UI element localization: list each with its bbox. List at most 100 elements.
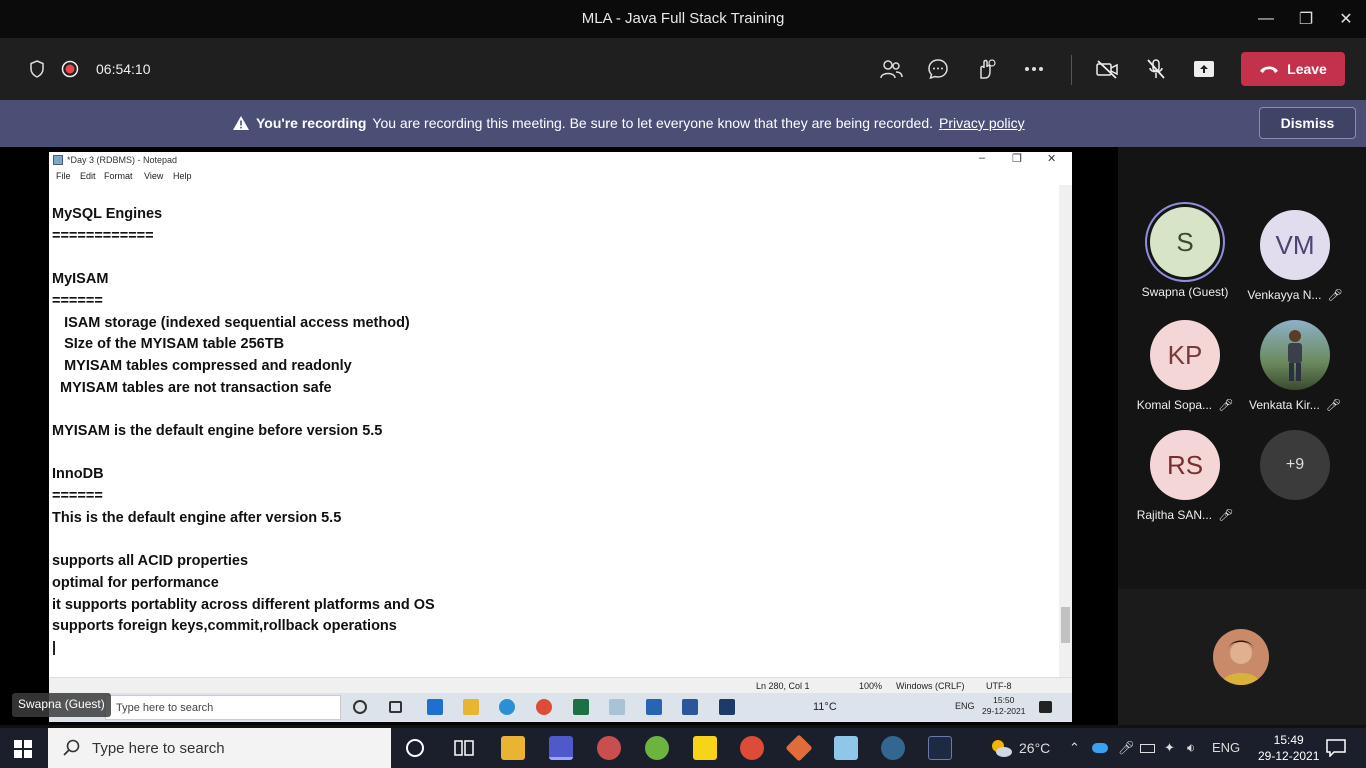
restore-icon[interactable]: ❐ [1291, 6, 1321, 32]
menu-file[interactable]: File [56, 171, 71, 181]
spring-tool-icon[interactable] [645, 736, 669, 760]
notepad-close-icon[interactable]: ✕ [1047, 152, 1056, 165]
notepad-icon [53, 155, 63, 165]
task-view-icon[interactable] [454, 740, 474, 761]
mic-off-icon[interactable] [1140, 53, 1172, 85]
mic-muted-icon: 🎤︎ [1327, 288, 1343, 302]
notepad-scrollbar[interactable] [1059, 185, 1072, 677]
cortana-icon[interactable] [406, 739, 424, 757]
meeting-controls-bar: 06:54:10 Leave [0, 38, 1366, 100]
camera-off-icon[interactable] [1091, 53, 1123, 85]
wifi-icon[interactable]: ✦ [1164, 740, 1175, 756]
participant-name: Rajitha SAN... [1136, 508, 1213, 522]
participant-tile[interactable]: S Swapna (Guest) [1130, 207, 1240, 299]
people-icon[interactable] [875, 53, 907, 85]
more-options-icon[interactable] [1018, 53, 1050, 85]
shared-excel-icon [573, 699, 589, 715]
weather-temp: 26°C [1019, 740, 1051, 756]
minimize-icon[interactable]: — [1251, 6, 1281, 32]
app-icon[interactable] [597, 736, 621, 760]
close-icon[interactable]: ✕ [1331, 6, 1361, 32]
notepad-minimize-icon[interactable]: – [979, 152, 985, 164]
meeting-timer: 06:54:10 [96, 61, 151, 77]
shield-icon[interactable] [21, 53, 53, 85]
privacy-policy-link[interactable]: Privacy policy [939, 115, 1025, 131]
shared-taskview-icon [389, 701, 402, 713]
avatar: KP [1150, 320, 1220, 390]
menu-edit[interactable]: Edit [80, 171, 96, 181]
postgres-icon[interactable] [881, 736, 905, 760]
shared-notepad-icon [609, 699, 625, 715]
onedrive-icon[interactable] [1092, 743, 1108, 753]
participant-tile[interactable]: Venkata Kir... 🎤︎ [1240, 320, 1350, 412]
notepad-menubar: File Edit Format View Help [49, 169, 1072, 185]
avatar-photo [1260, 320, 1330, 390]
menu-help[interactable]: Help [173, 171, 192, 181]
notepad-titlebar: *Day 3 (RDBMS) - Notepad – ❐ ✕ [49, 152, 1072, 169]
notepad-statusbar: Ln 280, Col 1 100% Windows (CRLF) UTF-8 [49, 677, 1072, 693]
recording-title: You're recording [256, 115, 367, 131]
shared-mail-icon [427, 699, 443, 715]
participant-tile[interactable]: KP Komal Sopa... 🎤︎ [1130, 320, 1240, 412]
taskbar-search-placeholder: Type here to search [92, 739, 225, 757]
shared-notification-icon [1039, 701, 1052, 713]
tray-chevron-icon[interactable]: ⌃ [1069, 740, 1080, 756]
sticky-notes-icon[interactable] [693, 736, 717, 760]
shared-folder-icon [463, 699, 479, 715]
notification-icon[interactable] [1326, 739, 1346, 762]
taskbar-clock[interactable]: 15:49 29-12-2021 [1258, 732, 1319, 764]
search-icon [63, 739, 80, 756]
teams-icon[interactable] [549, 736, 573, 760]
windows-taskbar: Type here to search 26°C ⌃ 🎤︎ ✦ 🔉︎ ENG 1… [0, 728, 1366, 768]
participant-tile[interactable]: RS Rajitha SAN... 🎤︎ [1130, 430, 1240, 522]
microphone-icon[interactable]: 🎤︎ [1118, 740, 1135, 756]
shared-edge-icon [499, 699, 515, 715]
more-participants-tile[interactable]: +9 [1240, 430, 1350, 500]
notepad-taskbar-icon[interactable] [834, 736, 858, 760]
participants-panel: S Swapna (Guest) VM Venkayya N... 🎤︎ KP K… [1118, 147, 1366, 725]
shared-temp: 11°C [813, 701, 837, 713]
language-indicator[interactable]: ENG [1212, 740, 1240, 755]
taskbar-search-box[interactable]: Type here to search [48, 728, 391, 768]
warning-icon [233, 116, 249, 130]
shared-app-icon [719, 699, 735, 715]
battery-icon[interactable] [1140, 744, 1155, 753]
windows-start-icon[interactable] [14, 740, 32, 763]
git-icon[interactable] [785, 734, 813, 762]
mic-muted-icon: 🎤︎ [1218, 508, 1234, 522]
notepad-text-area[interactable]: MySQL Engines ============ MyISAM ======… [52, 204, 1052, 660]
shared-time: 15:50 [993, 695, 1015, 705]
mic-muted-icon: 🎤︎ [1218, 398, 1234, 412]
menu-view[interactable]: View [144, 171, 163, 181]
mic-muted-icon: 🎤︎ [1325, 398, 1341, 412]
shared-date: 29-12-2021 [982, 706, 1026, 716]
presenter-name-tag: Swapna (Guest) [12, 693, 111, 717]
scrollbar-thumb[interactable] [1061, 607, 1070, 643]
reactions-icon[interactable] [970, 53, 1002, 85]
chat-icon[interactable] [922, 53, 954, 85]
avatar: RS [1150, 430, 1220, 500]
chrome-icon[interactable] [740, 736, 764, 760]
menu-format[interactable]: Format [104, 171, 133, 181]
status-eol: Windows (CRLF) [896, 681, 965, 691]
recording-text: You are recording this meeting. Be sure … [372, 115, 934, 131]
self-view-avatar [1213, 629, 1269, 685]
avatar: VM [1260, 210, 1330, 280]
shared-chrome-icon [536, 699, 552, 715]
notepad-restore-icon[interactable]: ❐ [1012, 152, 1022, 165]
more-participants-count: +9 [1260, 430, 1330, 500]
phone-hangup-icon [1260, 66, 1279, 73]
recording-icon [54, 53, 86, 85]
shared-word-icon [682, 699, 698, 715]
shared-taskbar: Type here to search 11°C ENG 15:50 29-12… [49, 693, 1072, 722]
file-explorer-icon[interactable] [501, 736, 525, 760]
window-title: MLA - Java Full Stack Training [581, 10, 785, 27]
shared-screen: *Day 3 (RDBMS) - Notepad – ❐ ✕ File Edit… [0, 147, 1118, 725]
notepad-title: *Day 3 (RDBMS) - Notepad [67, 155, 178, 165]
share-screen-icon[interactable] [1188, 53, 1220, 85]
mysql-workbench-icon[interactable] [928, 736, 952, 760]
leave-button[interactable]: Leave [1241, 52, 1345, 86]
participant-tile[interactable]: VM Venkayya N... 🎤︎ [1240, 210, 1350, 302]
volume-icon[interactable]: 🔉︎ [1187, 740, 1195, 756]
dismiss-button[interactable]: Dismiss [1259, 107, 1356, 139]
